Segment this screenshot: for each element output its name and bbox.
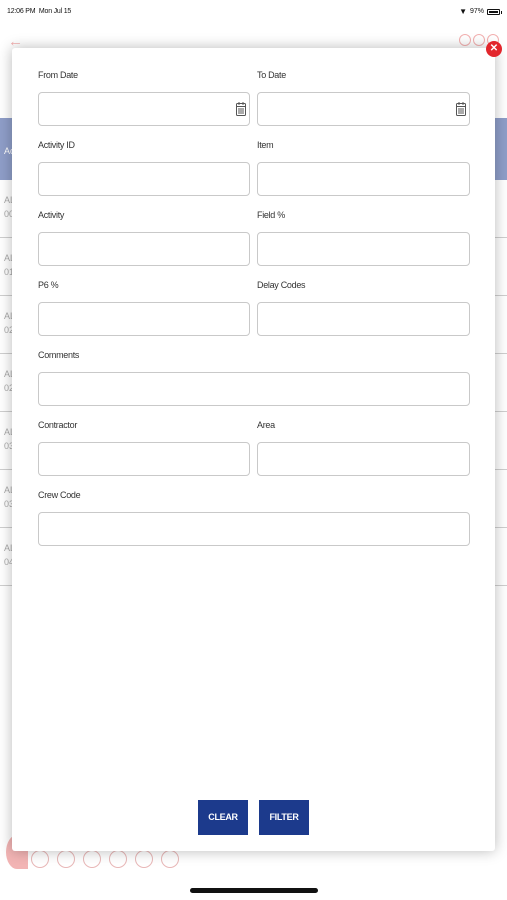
calendar-icon[interactable] — [456, 102, 466, 116]
home-indicator — [190, 888, 318, 893]
comments-field[interactable] — [38, 372, 470, 406]
activity-label: Activity — [38, 210, 65, 220]
comments-label: Comments — [38, 350, 80, 360]
filter-modal: From Date To Date Activity ID Item Activ… — [12, 48, 495, 851]
delay-codes-field[interactable] — [257, 302, 470, 336]
filter-button[interactable]: FILTER — [259, 800, 309, 835]
from-date-label: From Date — [38, 70, 78, 80]
area-label: Area — [257, 420, 275, 430]
pager-dot[interactable] — [83, 850, 101, 868]
pager-dot[interactable] — [109, 850, 127, 868]
item-field[interactable] — [257, 162, 470, 196]
field-percent-label: Field % — [257, 210, 285, 220]
crew-code-field[interactable] — [38, 512, 470, 546]
item-label: Item — [257, 140, 274, 150]
to-date-field[interactable] — [257, 92, 470, 126]
area-field[interactable] — [257, 442, 470, 476]
pager-dot[interactable] — [31, 850, 49, 868]
activity-id-label: Activity ID — [38, 140, 75, 150]
delay-codes-label: Delay Codes — [257, 280, 306, 290]
from-date-field[interactable] — [38, 92, 250, 126]
pager-dot[interactable] — [135, 850, 153, 868]
close-icon[interactable]: ✕ — [486, 41, 502, 57]
pager-dot[interactable] — [161, 850, 179, 868]
crew-code-label: Crew Code — [38, 490, 81, 500]
field-percent-field[interactable] — [257, 232, 470, 266]
activity-id-field[interactable] — [38, 162, 250, 196]
pager-dot[interactable] — [57, 850, 75, 868]
home-icon[interactable] — [459, 34, 471, 46]
contractor-field[interactable] — [38, 442, 250, 476]
p6-percent-label: P6 % — [38, 280, 59, 290]
to-date-label: To Date — [257, 70, 286, 80]
info-icon[interactable] — [473, 34, 485, 46]
calendar-icon[interactable] — [236, 102, 246, 116]
activity-field[interactable] — [38, 232, 250, 266]
p6-percent-field[interactable] — [38, 302, 250, 336]
contractor-label: Contractor — [38, 420, 78, 430]
clear-button[interactable]: CLEAR — [198, 800, 248, 835]
